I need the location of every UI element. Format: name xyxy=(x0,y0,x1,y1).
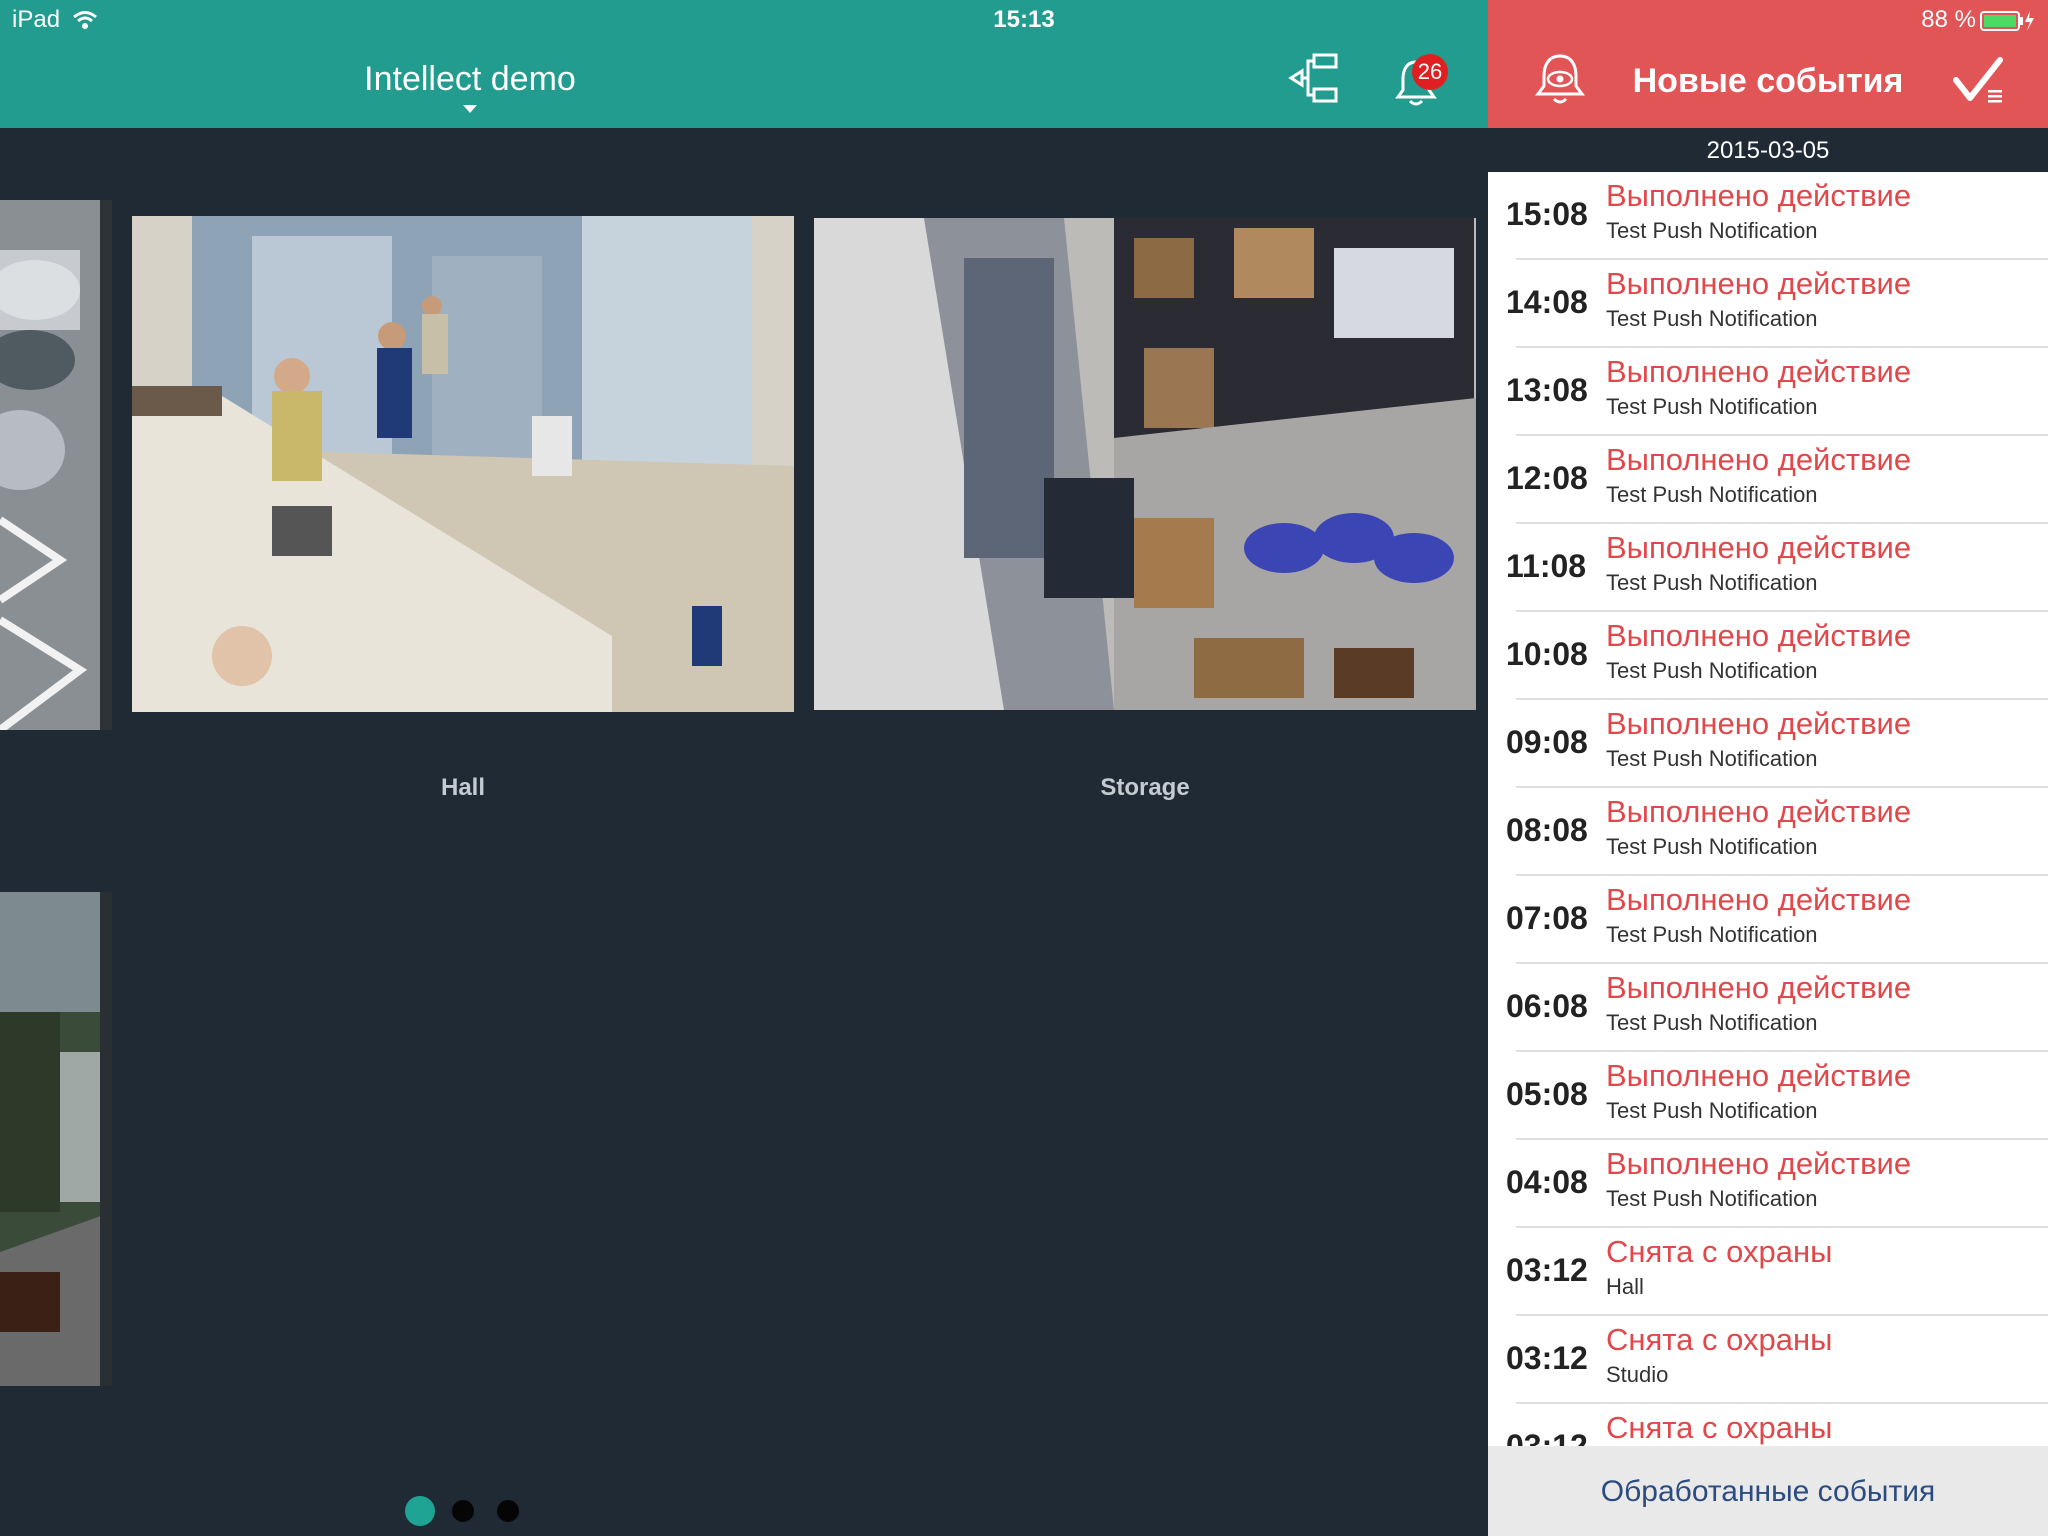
camera-tile-storage[interactable] xyxy=(814,218,1476,710)
event-row[interactable]: 03:12 Снята с охраны Hall xyxy=(1488,1228,2048,1316)
event-title: Выполнено действие xyxy=(1606,1146,1912,1181)
event-time: 14:08 xyxy=(1506,284,1588,320)
event-subtitle: Test Push Notification xyxy=(1606,306,1818,331)
studio-thumbnail xyxy=(0,892,112,1386)
page-dot-3[interactable] xyxy=(497,1500,519,1522)
event-time: 07:08 xyxy=(1506,900,1588,936)
camera-tile-hall[interactable] xyxy=(132,216,794,712)
site-title: Intellect demo xyxy=(364,60,576,98)
event-subtitle: Test Push Notification xyxy=(1606,218,1818,243)
event-subtitle: Hall xyxy=(1606,1274,1644,1299)
event-title: Выполнено действие xyxy=(1606,354,1912,389)
event-row[interactable]: 10:08 Выполнено действие Test Push Notific… xyxy=(1488,612,2048,700)
event-row[interactable]: 13:08 Выполнено действие Test Push Notific… xyxy=(1488,348,2048,436)
event-subtitle: Studio xyxy=(1606,1362,1669,1387)
event-subtitle: Test Push Notification xyxy=(1606,834,1818,859)
notifications-button[interactable]: 26 xyxy=(1388,50,1452,110)
site-selector[interactable]: Intellect demo xyxy=(330,60,610,116)
event-subtitle: Test Push Notification xyxy=(1606,922,1818,947)
top-bar: iPad 15:13 Intellect demo 26 xyxy=(0,0,1488,128)
event-row[interactable]: 06:08 Выполнено действие Test Push Notific… xyxy=(1488,964,2048,1052)
event-time: 12:08 xyxy=(1506,460,1588,496)
page-dot-1[interactable] xyxy=(405,1496,435,1526)
event-subtitle: Test Push Notification xyxy=(1606,1098,1818,1123)
event-subtitle: Test Push Notification xyxy=(1606,570,1818,595)
event-row[interactable]: 15:08 Выполнено действие Test Push Notific… xyxy=(1488,172,2048,260)
hall-thumbnail xyxy=(132,216,794,712)
page-dot-2[interactable] xyxy=(452,1500,474,1522)
events-list[interactable]: 15:08 Выполнено действие Test Push Notific… xyxy=(1488,172,2048,1446)
event-time: 04:08 xyxy=(1506,1164,1588,1200)
event-time: 10:08 xyxy=(1506,636,1588,672)
event-title: Выполнено действие xyxy=(1606,1058,1912,1093)
mark-all-read-icon[interactable] xyxy=(1952,56,2008,106)
layout-tree-icon[interactable] xyxy=(1288,52,1340,104)
event-title: Выполнено действие xyxy=(1606,178,1912,213)
camera-tile-studio[interactable] xyxy=(0,892,112,1386)
event-row[interactable]: 09:08 Выполнено действие Test Push Notific… xyxy=(1488,700,2048,788)
event-time: 03:12 xyxy=(1506,1340,1588,1376)
event-row[interactable]: 08:08 Выполнено действие Test Push Notific… xyxy=(1488,788,2048,876)
event-time: 03:12 xyxy=(1506,1428,1588,1446)
event-row[interactable]: 03:12 Снята с охраны Studio xyxy=(1488,1316,2048,1404)
event-time: 15:08 xyxy=(1506,196,1588,232)
camera-label-storage: Storage xyxy=(1100,774,1190,801)
events-header: 88 % Новые события xyxy=(1488,0,2048,128)
event-title: Выполнено действие xyxy=(1606,970,1912,1005)
event-row[interactable]: 14:08 Выполнено действие Test Push Notific… xyxy=(1488,260,2048,348)
event-title: Выполнено действие xyxy=(1606,794,1912,829)
events-date-header: 2015-03-05 xyxy=(1488,128,2048,172)
battery-label: 88 % xyxy=(1921,6,1976,33)
event-time: 11:08 xyxy=(1506,548,1587,584)
events-panel: 88 % Новые события 2015-03-05 15:08 Выпол… xyxy=(1488,0,2048,1536)
clock: 15:13 xyxy=(993,6,1055,33)
event-title: Выполнено действие xyxy=(1606,442,1912,477)
event-subtitle: Test Push Notification xyxy=(1606,746,1818,771)
event-subtitle: Test Push Notification xyxy=(1606,1010,1818,1035)
event-title: Выполнено действие xyxy=(1606,706,1912,741)
event-row[interactable]: 03:12 Снята с охраны xyxy=(1488,1404,2048,1446)
event-title: Снята с охраны xyxy=(1606,1234,1833,1269)
event-time: 06:08 xyxy=(1506,988,1588,1024)
event-subtitle: Test Push Notification xyxy=(1606,482,1818,507)
parking-thumbnail xyxy=(0,200,112,730)
event-title: Выполнено действие xyxy=(1606,618,1912,653)
event-title: Снята с охраны xyxy=(1606,1410,1833,1445)
event-title: Выполнено действие xyxy=(1606,530,1912,565)
event-row[interactable]: 05:08 Выполнено действие Test Push Notific… xyxy=(1488,1052,2048,1140)
processed-events-button[interactable]: Обработанные события xyxy=(1488,1446,2048,1536)
camera-tile-parking[interactable] xyxy=(0,200,112,730)
main-view: iPad 15:13 Intellect demo 26 Hall Storag… xyxy=(0,0,1488,1536)
camera-label-hall: Hall xyxy=(440,774,485,801)
event-time: 13:08 xyxy=(1506,372,1588,408)
notification-badge: 26 xyxy=(1412,54,1448,90)
event-row[interactable]: 11:08 Выполнено действие Test Push Notific… xyxy=(1488,524,2048,612)
event-subtitle: Test Push Notification xyxy=(1606,394,1818,419)
chevron-down-icon xyxy=(463,105,477,113)
event-row[interactable]: 12:08 Выполнено действие Test Push Notific… xyxy=(1488,436,2048,524)
event-row[interactable]: 04:08 Выполнено действие Test Push Notific… xyxy=(1488,1140,2048,1228)
event-time: 09:08 xyxy=(1506,724,1588,760)
event-subtitle: Test Push Notification xyxy=(1606,1186,1818,1211)
battery-icon xyxy=(1980,11,2034,31)
event-title: Выполнено действие xyxy=(1606,266,1912,301)
event-title: Выполнено действие xyxy=(1606,882,1912,917)
event-row[interactable]: 07:08 Выполнено действие Test Push Notific… xyxy=(1488,876,2048,964)
event-time: 08:08 xyxy=(1506,812,1588,848)
event-time: 05:08 xyxy=(1506,1076,1588,1112)
event-time: 03:12 xyxy=(1506,1252,1588,1288)
event-title: Снята с охраны xyxy=(1606,1322,1833,1357)
storage-thumbnail xyxy=(814,218,1476,710)
event-subtitle: Test Push Notification xyxy=(1606,658,1818,683)
